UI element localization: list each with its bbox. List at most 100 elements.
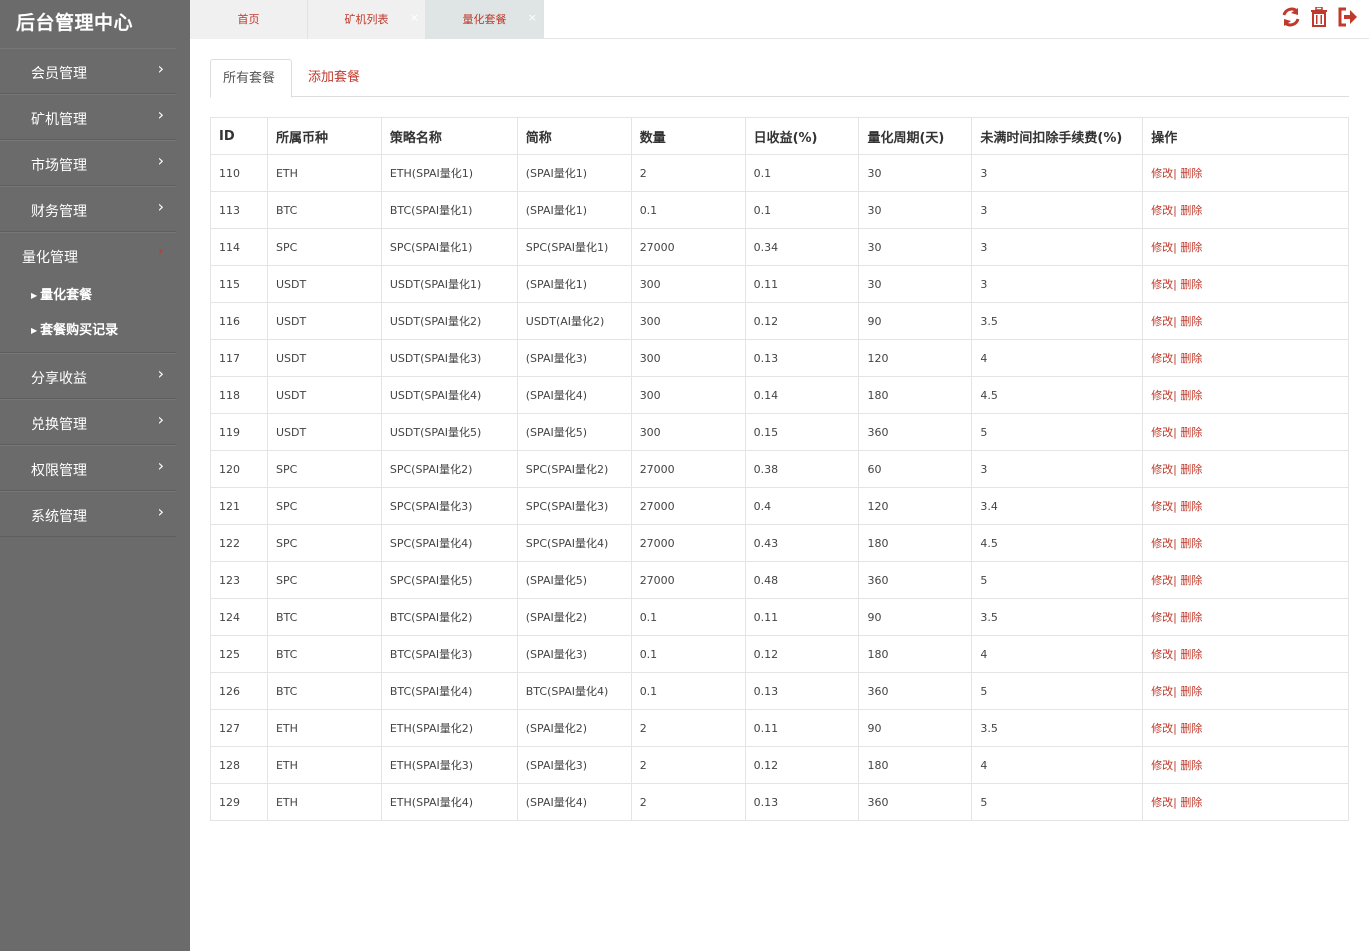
logout-icon[interactable]: [1337, 6, 1357, 28]
table-cell: 0.1: [630, 672, 746, 710]
sidebar-item-members[interactable]: 会员管理 ›: [0, 48, 176, 94]
close-icon[interactable]: ×: [410, 0, 419, 38]
sidebar-subitem-label: 量化套餐: [40, 288, 93, 303]
row-actions: 修改| 删除: [1142, 672, 1349, 710]
table-cell: 0.38: [744, 450, 860, 488]
edit-link[interactable]: 修改|: [1151, 722, 1177, 735]
table-cell: 3: [971, 191, 1144, 229]
table-cell: 360: [858, 413, 973, 451]
table-cell: SPC(SPAI量化5): [380, 561, 518, 599]
main-content: 所有套餐 添加套餐 ID 所属币种 策略名称 简称 数量 日收益(%) 量化周期(天) 未满时…: [210, 59, 1349, 821]
edit-link[interactable]: 修改|: [1151, 463, 1177, 476]
tab-add-package[interactable]: 添加套餐: [296, 59, 372, 97]
delete-link[interactable]: 删除: [1177, 796, 1202, 809]
edit-link[interactable]: 修改|: [1151, 315, 1177, 328]
tab-home[interactable]: 首页: [190, 0, 308, 39]
table-cell: 90: [858, 709, 973, 747]
table-row: 123 SPC SPC(SPAI量化5) (SPAI量化5) 27000 0.48 360 5…: [210, 561, 1349, 599]
top-tab-bar: 首页 矿机列表 × 量化套餐 ×: [190, 0, 1369, 39]
sidebar-subitem-quant-packages[interactable]: ▶ 量化套餐: [0, 278, 176, 313]
edit-link[interactable]: 修改|: [1151, 611, 1177, 624]
edit-link[interactable]: 修改|: [1151, 426, 1177, 439]
edit-link[interactable]: 修改|: [1151, 759, 1177, 772]
sidebar-item-system[interactable]: 系统管理 ›: [0, 491, 176, 537]
sidebar-item-market[interactable]: 市场管理 ›: [0, 140, 176, 186]
table-row: 129 ETH ETH(SPAI量化4) (SPAI量化4) 2 0.13 360 5 修改| …: [210, 783, 1349, 821]
delete-link[interactable]: 删除: [1177, 241, 1202, 254]
sidebar-item-exchange[interactable]: 兑换管理 ›: [0, 399, 176, 445]
edit-link[interactable]: 修改|: [1151, 537, 1177, 550]
row-actions: 修改| 删除: [1142, 450, 1349, 488]
delete-link[interactable]: 删除: [1177, 315, 1202, 328]
table-cell: 126: [210, 672, 268, 710]
column-header: 简称: [516, 117, 632, 155]
tab-all-packages[interactable]: 所有套餐: [210, 59, 292, 98]
sidebar-item-miners[interactable]: 矿机管理 ›: [0, 94, 176, 140]
close-icon[interactable]: ×: [528, 0, 537, 38]
table-cell: SPC(SPAI量化2): [516, 450, 632, 488]
table-cell: ETH(SPAI量化4): [380, 783, 518, 821]
delete-link[interactable]: 删除: [1177, 648, 1202, 661]
delete-link[interactable]: 删除: [1177, 426, 1202, 439]
delete-link[interactable]: 删除: [1177, 204, 1202, 217]
toolbar: [1281, 6, 1357, 28]
table-cell: 180: [858, 746, 973, 784]
sidebar-item-label: 兑换管理: [31, 417, 87, 433]
refresh-icon[interactable]: [1281, 6, 1301, 28]
edit-link[interactable]: 修改|: [1151, 352, 1177, 365]
edit-link[interactable]: 修改|: [1151, 278, 1177, 291]
sidebar-item-share-income[interactable]: 分享收益 ›: [0, 353, 176, 399]
row-actions: 修改| 删除: [1142, 228, 1349, 266]
table-row: 124 BTC BTC(SPAI量化2) (SPAI量化2) 0.1 0.11 90 3.5 修…: [210, 598, 1349, 636]
delete-link[interactable]: 删除: [1177, 574, 1202, 587]
table-cell: SPC(SPAI量化1): [380, 228, 518, 266]
delete-link[interactable]: 删除: [1177, 611, 1202, 624]
table-cell: 110: [210, 154, 268, 192]
edit-link[interactable]: 修改|: [1151, 204, 1177, 217]
table-cell: SPC: [266, 228, 382, 266]
delete-link[interactable]: 删除: [1177, 389, 1202, 402]
delete-link[interactable]: 删除: [1177, 352, 1202, 365]
table-cell: 128: [210, 746, 268, 784]
table-cell: 0.11: [744, 598, 860, 636]
column-header: 日收益(%): [744, 117, 860, 155]
table-cell: SPC(SPAI量化4): [380, 524, 518, 562]
delete-link[interactable]: 删除: [1177, 537, 1202, 550]
table-row: 116 USDT USDT(SPAI量化2) USDT(AI量化2) 300 0.12 90…: [210, 302, 1349, 340]
edit-link[interactable]: 修改|: [1151, 648, 1177, 661]
table-cell: 116: [210, 302, 268, 340]
table-cell: BTC: [266, 672, 382, 710]
delete-link[interactable]: 删除: [1177, 167, 1202, 180]
delete-link[interactable]: 删除: [1177, 722, 1202, 735]
table-cell: 114: [210, 228, 268, 266]
table-cell: 360: [858, 561, 973, 599]
submenu-quant: ▶ 量化套餐 ▶ 套餐购买记录: [0, 278, 176, 353]
delete-link[interactable]: 删除: [1177, 463, 1202, 476]
edit-link[interactable]: 修改|: [1151, 389, 1177, 402]
delete-link[interactable]: 删除: [1177, 685, 1202, 698]
sidebar-item-finance[interactable]: 财务管理 ›: [0, 186, 176, 232]
edit-link[interactable]: 修改|: [1151, 241, 1177, 254]
table-row: 120 SPC SPC(SPAI量化2) SPC(SPAI量化2) 27000 0.38 6…: [210, 450, 1349, 488]
sidebar-item-permissions[interactable]: 权限管理 ›: [0, 445, 176, 491]
table-cell: (SPAI量化3): [516, 635, 632, 673]
sidebar-subitem-purchase-records[interactable]: ▶ 套餐购买记录: [0, 313, 176, 348]
table-row: 118 USDT USDT(SPAI量化4) (SPAI量化4) 300 0.14 180 4…: [210, 376, 1349, 414]
edit-link[interactable]: 修改|: [1151, 500, 1177, 513]
column-header: 策略名称: [380, 117, 518, 155]
table-cell: 3: [971, 450, 1144, 488]
edit-link[interactable]: 修改|: [1151, 574, 1177, 587]
edit-link[interactable]: 修改|: [1151, 685, 1177, 698]
delete-link[interactable]: 删除: [1177, 500, 1202, 513]
delete-link[interactable]: 删除: [1177, 759, 1202, 772]
delete-link[interactable]: 删除: [1177, 278, 1202, 291]
tab-miner-list[interactable]: 矿机列表 ×: [308, 0, 426, 39]
trash-icon[interactable]: [1309, 6, 1329, 28]
edit-link[interactable]: 修改|: [1151, 796, 1177, 809]
edit-link[interactable]: 修改|: [1151, 167, 1177, 180]
tab-quant-packages[interactable]: 量化套餐 ×: [426, 0, 544, 39]
sidebar-item-quant[interactable]: 量化管理 ›: [0, 232, 176, 278]
chevron-right-icon: ›: [157, 364, 164, 383]
table-cell: 300: [630, 302, 746, 340]
table-cell: 5: [971, 413, 1144, 451]
